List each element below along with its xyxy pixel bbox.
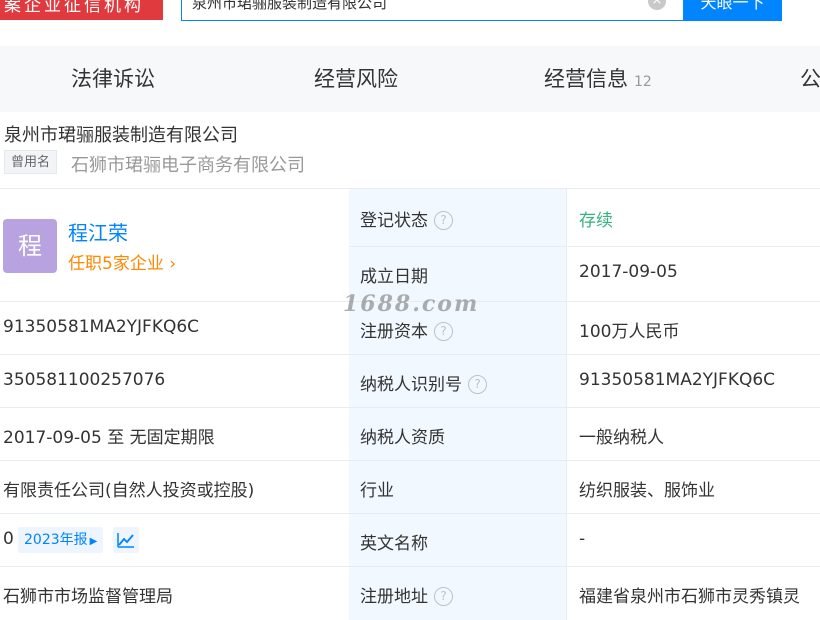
legal-rep-name[interactable]: 程江荣 [68,217,128,246]
tab-business-info[interactable]: 经营信息 12 [544,46,652,112]
reg-address-value: 福建省泉州市石狮市灵秀镇灵 [579,587,800,607]
table-row: 350581100257076 纳税人识别号? 91350581MA2YJFKQ… [0,354,820,408]
help-icon[interactable]: ? [434,211,453,230]
annual-report-link[interactable]: 2023年报 ▶ [18,527,104,553]
tab-risk[interactable]: 经营风险 [314,46,398,112]
search-input[interactable]: 泉州市珺骊服装制造有限公司 [181,0,684,21]
watermark: 1688.com [343,291,480,317]
found-date-label: 成立日期 [360,267,428,287]
trend-chart-icon[interactable] [113,527,139,553]
capital-value: 100万人民币 [579,322,680,342]
status-value: 存续 [579,211,613,231]
former-name-tag: 曾用名 [4,150,58,174]
capital-label: 注册资本? [360,317,453,342]
tab-more[interactable]: 公 [800,46,820,112]
table-row: 石狮市市场监督管理局 注册地址? 福建省泉州市石狮市灵秀镇灵 [0,566,820,620]
tab-count: 12 [634,74,652,90]
table-row: 程 程江荣 任职5家企业 › 登记状态? 成立日期 存续 2017-09-05 [0,188,820,302]
industry-label: 行业 [360,481,394,501]
reg-address-label: 注册地址? [360,582,453,607]
help-icon[interactable]: ? [468,375,487,394]
english-name-label: 英文名称 [360,534,428,554]
tab-legal[interactable]: 法律诉讼 [71,46,155,112]
taxpayer-id-label: 纳税人识别号? [360,370,487,395]
insured-count: 0 [3,529,14,549]
value-cell: 存续 2017-09-05 [568,189,820,302]
top-bar: 案企业征信机构 泉州市珺骊服装制造有限公司 × 天眼一下 [0,0,820,46]
search-button[interactable]: 天眼一下 [683,0,782,21]
industry-value: 纺织服装、服饰业 [579,481,715,501]
help-icon[interactable]: ? [434,587,453,606]
table-row: 有限责任公司(自然人投资或控股) 行业 纺织服装、服饰业 [0,460,820,514]
table-row: 0 2023年报 ▶ 英文名称 - [0,513,820,567]
taxpayer-qual-label: 纳税人资质 [360,428,445,448]
former-name: 石狮市珺骊电子商务有限公司 [71,155,305,176]
taxpayer-id-value: 91350581MA2YJFKQ6C [579,370,776,390]
taxpayer-qual-value: 一般纳税人 [579,428,664,448]
legal-rep-positions-link[interactable]: 任职5家企业 › [68,249,176,274]
legal-rep-cell: 程 程江荣 任职5家企业 › [0,189,350,302]
company-type: 有限责任公司(自然人投资或控股) [3,481,255,501]
site-badge[interactable]: 案企业征信机构 [0,0,163,20]
credit-code: 91350581MA2YJFKQ6C [3,317,200,337]
reg-number: 350581100257076 [3,370,166,390]
registration-authority: 石狮市市场监督管理局 [3,587,173,607]
label-cell: 登记状态? 成立日期 [349,189,567,302]
help-icon[interactable]: ? [434,322,453,341]
chevron-right-icon: › [169,254,177,274]
english-name-value: - [579,529,586,549]
status-label: 登记状态? [360,206,453,231]
company-name: 泉州市珺骊服装制造有限公司 [4,125,238,146]
tab-bar: 法律诉讼 经营风险 经营信息 12 公 [0,46,820,112]
business-term: 2017-09-05 至 无固定期限 [3,428,215,448]
avatar: 程 [3,219,57,273]
caret-right-icon: ▶ [89,536,98,547]
table-row: 2017-09-05 至 无固定期限 纳税人资质 一般纳税人 [0,407,820,461]
found-date-value: 2017-09-05 [579,262,678,282]
